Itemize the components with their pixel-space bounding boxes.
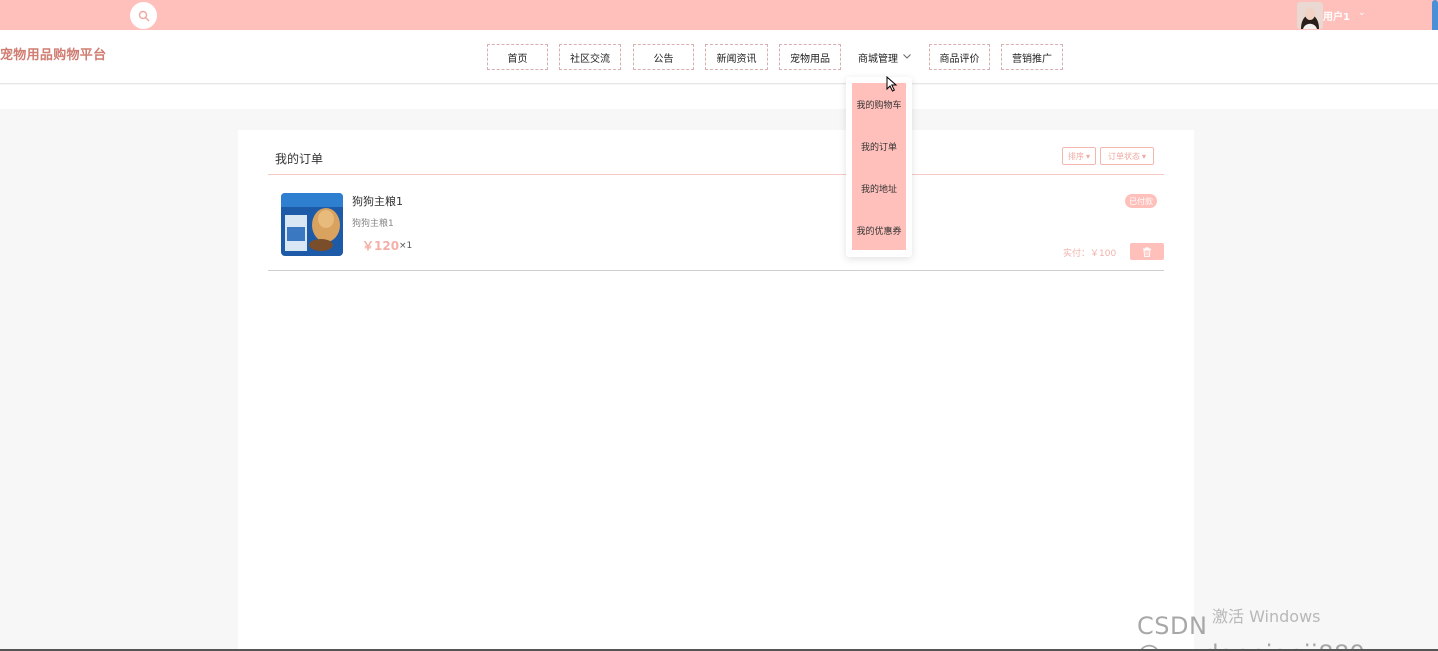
- header-spacer: [0, 85, 1438, 109]
- nav-label: 营销推广: [1012, 53, 1052, 65]
- orders-panel: 我的订单 排序 ▾ 订单状态 ▾ 狗狗主粮1 狗狗主粮1 ￥120 ×1 已付款…: [238, 130, 1194, 651]
- caret-down-icon: ▾: [1085, 151, 1090, 161]
- menu-item-coupons[interactable]: 我的优惠券: [852, 209, 906, 251]
- nav-announcement[interactable]: 公告: [633, 44, 694, 70]
- nav-community[interactable]: 社区交流: [559, 44, 621, 70]
- dropdown-list: 我的购物车 我的订单 我的地址 我的优惠券: [852, 83, 906, 250]
- menu-item-address[interactable]: 我的地址: [852, 167, 906, 209]
- nav-home[interactable]: 首页: [487, 44, 548, 70]
- nav-label: 公告: [653, 53, 674, 65]
- search-icon: [138, 10, 149, 21]
- divider: [268, 270, 1164, 271]
- nav-news[interactable]: 新闻资讯: [705, 44, 768, 70]
- page-title: 我的订单: [275, 152, 324, 166]
- csdn-watermark: CSDN @vx_danpianji889: [1137, 612, 1365, 651]
- product-name[interactable]: 狗狗主粮1: [352, 193, 403, 209]
- delete-button[interactable]: [1130, 243, 1164, 260]
- paid-amount: 实付：￥100: [1063, 249, 1117, 259]
- site-logo[interactable]: 宠物用品购物平台: [0, 44, 106, 63]
- chevron-down-icon[interactable]: ⌄: [1358, 8, 1366, 18]
- nav-pet-supplies[interactable]: 宠物用品: [779, 44, 841, 70]
- search-button[interactable]: [130, 2, 157, 29]
- trash-icon: [1143, 246, 1151, 257]
- nav-label: 商品评价: [939, 53, 980, 65]
- product-price: ￥120: [362, 239, 400, 253]
- top-bar: 用户1 ⌄: [0, 0, 1438, 30]
- shop-management-menu: 我的购物车 我的订单 我的地址 我的优惠券: [846, 77, 912, 257]
- nav-reviews[interactable]: 商品评价: [929, 44, 990, 70]
- nav-label: 商城管理: [858, 53, 898, 65]
- mouse-cursor-icon: [886, 76, 898, 92]
- sort-label: 排序: [1067, 151, 1084, 161]
- product-quantity: ×1: [399, 241, 413, 251]
- order-status-label: 订单状态: [1107, 151, 1140, 161]
- nav-marketing[interactable]: 营销推广: [1001, 44, 1063, 70]
- menu-item-orders[interactable]: 我的订单: [852, 125, 906, 167]
- nav-label: 新闻资讯: [716, 53, 757, 65]
- divider: [268, 174, 1164, 175]
- username[interactable]: 用户1: [1323, 8, 1350, 23]
- nav-label: 首页: [507, 53, 528, 65]
- status-badge: 已付款: [1125, 194, 1157, 208]
- product-image[interactable]: [281, 193, 343, 256]
- product-subtitle: 狗狗主粮1: [352, 219, 394, 229]
- nav-shop-management[interactable]: 商城管理: [852, 44, 917, 70]
- chevron-down-icon: [903, 52, 911, 62]
- nav-label: 社区交流: [570, 53, 610, 65]
- avatar[interactable]: [1297, 2, 1323, 29]
- order-status-dropdown[interactable]: 订单状态 ▾: [1100, 147, 1154, 165]
- sort-dropdown[interactable]: 排序 ▾: [1062, 147, 1096, 165]
- header: 宠物用品购物平台 首页 社区交流 公告 新闻资讯 宠物用品 商城管理 商品评价 …: [0, 30, 1438, 84]
- caret-down-icon: ▾: [1141, 151, 1146, 161]
- nav-label: 宠物用品: [790, 53, 830, 65]
